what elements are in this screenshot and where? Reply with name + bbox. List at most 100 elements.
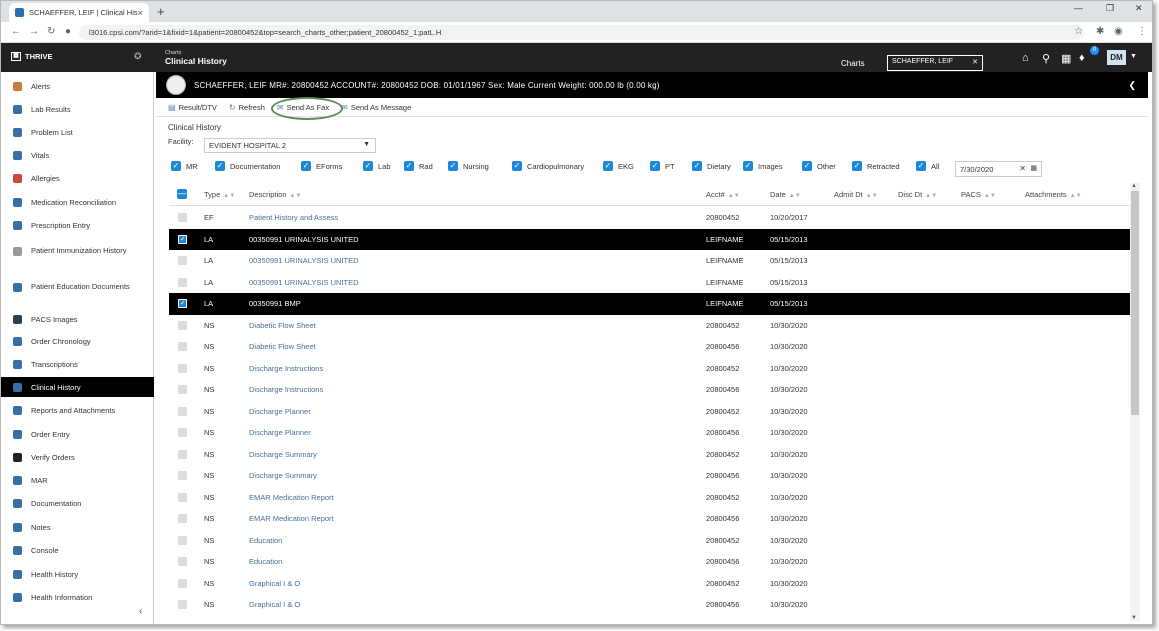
cell-description[interactable]: Discharge Instructions: [249, 364, 323, 373]
table-row[interactable]: NS Graphical I & O 20800452 10/30/2020: [169, 573, 1130, 595]
cell-description[interactable]: 00350991 URINALYSIS UNITED: [249, 278, 359, 287]
checkbox-checked-icon[interactable]: ✓: [802, 161, 812, 171]
result-dtv-button[interactable]: ▤ Result/DTV: [168, 103, 217, 112]
cell-description[interactable]: 00350991 URINALYSIS UNITED: [249, 256, 359, 265]
select-all-checkbox[interactable]: —: [177, 189, 187, 199]
sidebar-item-documentation[interactable]: Documentation: [1, 493, 154, 513]
filter-all[interactable]: ✓ All: [916, 161, 939, 171]
checkbox-checked-icon[interactable]: ✓: [743, 161, 753, 171]
table-row[interactable]: LA 00350991 URINALYSIS UNITED LEIFNAME 05/1…: [169, 228, 1130, 250]
profile-icon[interactable]: ◉: [1114, 26, 1123, 37]
search-icon[interactable]: ⚲: [1042, 52, 1050, 65]
sort-icon[interactable]: ▲▼: [984, 193, 996, 199]
sidebar-item-education-documents[interactable]: Patient Education Documents: [1, 274, 154, 300]
user-avatar[interactable]: DM: [1107, 50, 1126, 65]
table-row[interactable]: NS Education 20800452 10/30/2020: [169, 530, 1130, 552]
cell-description[interactable]: 00350991 URINALYSIS UNITED: [249, 235, 359, 244]
checkbox-checked-icon[interactable]: ✓: [512, 161, 522, 171]
sidebar-item-health-history[interactable]: Health History: [1, 564, 154, 584]
brand-logo[interactable]: ▦ THRIVE: [11, 52, 53, 61]
browser-tab[interactable]: SCHAEFFER, LEIF | Clinical Hist ×: [9, 3, 149, 22]
send-as-fax-button[interactable]: ✉ Send As Fax: [270, 97, 343, 120]
table-row[interactable]: NS Discharge Planner 20800452 10/30/2020: [169, 401, 1130, 423]
column-header-date[interactable]: Date ▲▼: [770, 190, 801, 199]
filter-ekg[interactable]: ✓ EKG: [603, 161, 634, 171]
column-header-admit-dt[interactable]: Admit Dt ▲▼: [834, 190, 878, 199]
checkbox-checked-icon[interactable]: ✓: [916, 161, 926, 171]
cell-description[interactable]: Discharge Planner: [249, 428, 311, 437]
sort-icon[interactable]: ▲▼: [789, 193, 801, 199]
table-row[interactable]: NS Discharge Summary 20800456 10/30/2020: [169, 465, 1130, 487]
tab-close-icon[interactable]: ×: [138, 8, 143, 18]
cell-description[interactable]: Diabetic Flow Sheet: [249, 321, 316, 330]
cell-description[interactable]: Patient History and Assess: [249, 213, 338, 222]
bookmark-star-icon[interactable]: ☆: [1074, 26, 1083, 37]
filter-rad[interactable]: ✓ Rad: [404, 161, 433, 171]
sort-icon[interactable]: ▲▼: [223, 193, 235, 199]
sidebar-item-health-information[interactable]: Health Information: [1, 587, 154, 607]
sidebar-item-pacs-images[interactable]: PACS Images: [1, 309, 154, 329]
row-checkbox[interactable]: [178, 449, 187, 459]
sidebar-item-transcriptions[interactable]: Transcriptions: [1, 354, 154, 374]
close-window-icon[interactable]: ✕: [1135, 3, 1143, 14]
sidebar-item-order-chronology[interactable]: Order Chronology: [1, 331, 154, 351]
row-checkbox-checked[interactable]: [178, 234, 187, 244]
filter-images[interactable]: ✓ Images: [743, 161, 783, 171]
table-row[interactable]: NS Education 20800456 10/30/2020: [169, 551, 1130, 573]
row-checkbox[interactable]: [178, 600, 187, 609]
browser-menu-icon[interactable]: ⋮: [1137, 26, 1147, 37]
home-icon[interactable]: ⌂: [1022, 52, 1029, 64]
table-row[interactable]: LA 00350991 BMP LEIFNAME 05/15/2013: [169, 293, 1130, 315]
sidebar-item-notes[interactable]: Notes: [1, 517, 154, 537]
expand-banner-icon[interactable]: ❮: [1128, 80, 1136, 91]
table-row[interactable]: NS EMAR Medication Report 20800456 10/30/20…: [169, 508, 1130, 530]
cell-description[interactable]: 00350991 BMP: [249, 299, 301, 308]
row-checkbox[interactable]: [178, 256, 187, 265]
scrollbar-thumb[interactable]: [1131, 191, 1139, 415]
checkbox-checked-icon[interactable]: ✓: [852, 161, 862, 171]
date-filter-input[interactable]: 7/30/2020 ✕ ▦: [955, 161, 1042, 177]
column-header-attachments[interactable]: Attachments ▲▼: [1025, 190, 1082, 199]
sidebar-item-order-entry[interactable]: Order Entry: [1, 424, 154, 444]
facility-select[interactable]: EVIDENT HOSPITAL 2 ▼: [204, 138, 376, 153]
cell-description[interactable]: Discharge Summary: [249, 471, 317, 480]
checkbox-checked-icon[interactable]: ✓: [301, 161, 311, 171]
cell-description[interactable]: Graphical I & O: [249, 600, 300, 609]
row-checkbox[interactable]: [178, 514, 187, 523]
table-row[interactable]: NS Diabetic Flow Sheet 20800452 10/30/2020: [169, 315, 1130, 337]
cell-description[interactable]: Diabetic Flow Sheet: [249, 342, 316, 351]
row-checkbox[interactable]: [178, 320, 187, 330]
sidebar-item-reports[interactable]: Reports and Attachments: [1, 400, 154, 420]
checkbox-checked-icon[interactable]: ✓: [215, 161, 225, 171]
table-row[interactable]: NS Discharge Summary 20800452 10/30/2020: [169, 444, 1130, 466]
checkbox-checked-icon[interactable]: ✓: [650, 161, 660, 171]
table-row[interactable]: NS Graphical I & O 20800456 10/30/2020: [169, 594, 1130, 616]
filter-lab[interactable]: ✓ Lab: [363, 161, 391, 171]
sidebar-item-problem-list[interactable]: Problem List: [1, 122, 154, 142]
sidebar-item-console[interactable]: Console: [1, 540, 154, 560]
filter-other[interactable]: ✓ Other: [802, 161, 836, 171]
table-row[interactable]: NS Discharge Planner 20800456 10/30/2020: [169, 422, 1130, 444]
row-checkbox[interactable]: [178, 213, 187, 222]
row-checkbox-checked[interactable]: [178, 299, 187, 308]
cell-description[interactable]: Discharge Summary: [249, 450, 317, 459]
filter-retracted[interactable]: ✓ Retracted: [852, 161, 900, 171]
sidebar-item-clinical-history[interactable]: Clinical History: [1, 377, 154, 397]
table-row[interactable]: NS Discharge Instructions 20800456 10/30/20…: [169, 379, 1130, 401]
column-header-disc-dt[interactable]: Disc Dt ▲▼: [898, 190, 937, 199]
reload-icon[interactable]: ↻: [47, 26, 55, 37]
sidebar-item-verify-orders[interactable]: Verify Orders: [1, 447, 154, 467]
checkbox-checked-icon[interactable]: ✓: [603, 161, 613, 171]
apps-grid-icon[interactable]: ▦: [1061, 52, 1071, 65]
row-checkbox[interactable]: [178, 363, 187, 373]
table-row[interactable]: NS Diabetic Flow Sheet 20800456 10/30/2020: [169, 336, 1130, 358]
row-checkbox[interactable]: [178, 557, 187, 566]
calendar-icon[interactable]: ▦: [1030, 164, 1037, 172]
scroll-up-icon[interactable]: ▲: [1131, 183, 1137, 189]
table-row[interactable]: LA 00350991 URINALYSIS UNITED LEIFNAME 05/1…: [169, 272, 1130, 294]
sidebar-item-vitals[interactable]: Vitals: [1, 145, 154, 165]
row-checkbox[interactable]: [178, 342, 187, 351]
sidebar-item-allergies[interactable]: Allergies: [1, 168, 154, 188]
column-header-pacs[interactable]: PACS ▲▼: [961, 190, 996, 199]
sidebar-item-alerts[interactable]: Alerts: [1, 76, 154, 96]
